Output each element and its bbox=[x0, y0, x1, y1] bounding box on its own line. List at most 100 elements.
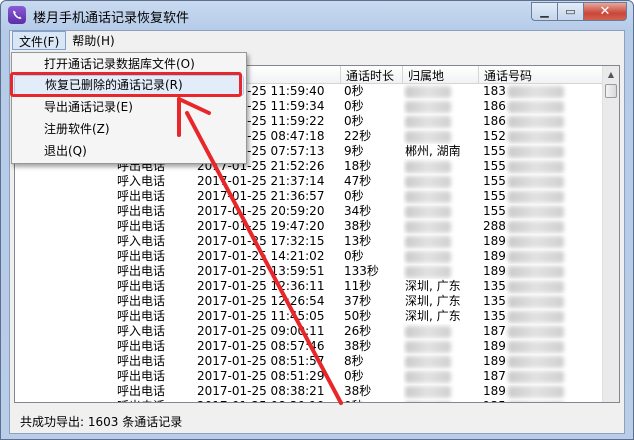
phone-number-cell-text: 155 bbox=[483, 144, 506, 158]
location-cell bbox=[403, 369, 479, 384]
duration-cell: 38秒 bbox=[341, 219, 403, 234]
call-time-cell-text: 2017-01-25 08:51:57 bbox=[197, 354, 325, 368]
minimize-button[interactable]: ▁ bbox=[531, 2, 557, 21]
call-type-cell: 呼出电话 bbox=[111, 384, 195, 399]
redacted-location bbox=[405, 205, 451, 218]
phone-number-cell: 189 bbox=[479, 264, 603, 279]
call-type-cell: 呼出电话 bbox=[111, 264, 195, 279]
duration-cell-text: 0秒 bbox=[344, 249, 364, 263]
redacted-location bbox=[405, 250, 451, 263]
menu-item-export[interactable]: 导出通话记录(E) bbox=[14, 97, 244, 118]
phone-number-cell-text: 152 bbox=[483, 129, 506, 143]
table-row[interactable]: 呼出电话 2017-01-25 11:45:05 50秒 深圳, 广东 135 bbox=[15, 309, 603, 324]
location-cell bbox=[403, 99, 479, 114]
call-time-cell-text: 2017-01-25 14:21:02 bbox=[197, 249, 325, 263]
table-row[interactable]: 呼出电话 2017-01-25 08:38:21 38秒 189 bbox=[15, 384, 603, 399]
table-row[interactable]: 呼出电话 2017-01-25 19:47:20 38秒 288 bbox=[15, 219, 603, 234]
duration-cell-text: 22秒 bbox=[344, 129, 372, 143]
location-cell-text: 郴州, 湖南 bbox=[405, 144, 461, 158]
duration-cell: 133秒 bbox=[341, 264, 403, 279]
table-row[interactable]: 呼出电话 2017-01-25 08:51:57 8秒 189 bbox=[15, 354, 603, 369]
menu-help[interactable]: 帮助(H) bbox=[66, 31, 120, 50]
phone-number-cell: 135 bbox=[479, 279, 603, 294]
call-time-cell: 2017-01-25 08:51:57 bbox=[195, 354, 341, 369]
duration-cell-text: 38秒 bbox=[344, 384, 372, 398]
redacted-number bbox=[507, 295, 564, 308]
table-row[interactable]: 呼出电话 2017-01-25 08:30:19 0秒 135 bbox=[15, 399, 603, 402]
table-row[interactable]: 呼出电话 2017-01-25 08:51:29 0秒 187 bbox=[15, 369, 603, 384]
location-cell bbox=[403, 249, 479, 264]
scrollbar-thumb[interactable] bbox=[605, 84, 617, 98]
redacted-location bbox=[405, 265, 451, 278]
call-type-cell-text: 呼入电话 bbox=[117, 174, 166, 188]
header-number[interactable]: 通话号码 bbox=[479, 66, 603, 84]
table-row[interactable]: 呼入电话 2017-01-25 17:32:15 13秒 189 bbox=[15, 234, 603, 249]
call-time-cell-text: 2017-01-25 11:45:05 bbox=[197, 309, 325, 323]
chevron-up-icon[interactable]: ▲ bbox=[603, 66, 619, 83]
duration-cell: 0秒 bbox=[341, 369, 403, 384]
phone-number-cell-text: 189 bbox=[483, 354, 506, 368]
phone-number-cell: 186 bbox=[479, 114, 603, 129]
redacted-number bbox=[507, 250, 564, 263]
call-type-cell: 呼入电话 bbox=[111, 234, 195, 249]
phone-number-cell: 152 bbox=[479, 129, 603, 144]
duration-cell-text: 8秒 bbox=[344, 354, 364, 368]
contact-name-cell bbox=[15, 384, 111, 399]
location-cell: 郴州, 湖南 bbox=[403, 144, 479, 159]
location-cell bbox=[403, 84, 479, 99]
table-row[interactable]: 呼入电话 2017-01-25 09:00:11 26秒 187 bbox=[15, 324, 603, 339]
call-time-cell: 2017-01-25 12:26:54 bbox=[195, 294, 341, 309]
location-cell: 深圳, 广东 bbox=[403, 279, 479, 294]
call-time-cell: 2017-01-25 13:59:51 bbox=[195, 264, 341, 279]
header-duration[interactable]: 通话时长 bbox=[341, 66, 403, 84]
location-cell bbox=[403, 354, 479, 369]
menu-item-recover-deleted[interactable]: 恢复已删除的通话记录(R) bbox=[14, 75, 244, 96]
table-row[interactable]: 呼出电话 2017-01-25 21:36:57 0秒 155 bbox=[15, 189, 603, 204]
contact-name-cell bbox=[15, 309, 111, 324]
call-type-cell: 呼出电话 bbox=[111, 339, 195, 354]
redacted-number bbox=[507, 235, 564, 248]
call-time-cell: 2017-01-25 14:21:02 bbox=[195, 249, 341, 264]
location-cell bbox=[403, 174, 479, 189]
redacted-location bbox=[405, 190, 451, 203]
menu-item-register[interactable]: 注册软件(Z) bbox=[14, 119, 244, 140]
table-row[interactable]: 呼出电话 2017-01-25 20:59:20 34秒 155 bbox=[15, 204, 603, 219]
duration-cell-text: 47秒 bbox=[344, 174, 372, 188]
duration-cell: 13秒 bbox=[341, 234, 403, 249]
menu-item-open-db[interactable]: 打开通话记录数据库文件(O) bbox=[14, 54, 244, 75]
redacted-location bbox=[405, 235, 451, 248]
close-button[interactable]: ✕ bbox=[583, 2, 627, 21]
duration-cell: 0秒 bbox=[341, 249, 403, 264]
location-cell-text: 深圳, 广东 bbox=[405, 294, 461, 308]
contact-name-cell bbox=[15, 264, 111, 279]
call-time-cell: 2017-01-25 17:32:15 bbox=[195, 234, 341, 249]
call-type-cell-text: 呼入电话 bbox=[117, 234, 166, 248]
title-bar[interactable]: 楼月手机通话记录恢复软件 ▁ ▭ ✕ bbox=[1, 1, 633, 29]
table-row[interactable]: 呼入电话 2017-01-25 21:37:14 47秒 155 bbox=[15, 174, 603, 189]
phone-number-cell-text: 135 bbox=[483, 309, 506, 323]
call-type-cell: 呼出电话 bbox=[111, 399, 195, 402]
table-row[interactable]: 呼出电话 2017-01-25 14:21:02 0秒 189 bbox=[15, 249, 603, 264]
menu-item-exit[interactable]: 退出(Q) bbox=[14, 141, 244, 162]
table-row[interactable]: 呼出电话 2017-01-25 12:36:11 11秒 深圳, 广东 135 bbox=[15, 279, 603, 294]
header-location[interactable]: 归属地 bbox=[403, 66, 479, 84]
call-time-cell: 2017-01-25 12:36:11 bbox=[195, 279, 341, 294]
phone-number-cell-text: 288 bbox=[483, 219, 506, 233]
call-type-cell-text: 呼出电话 bbox=[117, 204, 166, 218]
call-time-cell-text: 2017-01-25 08:38:21 bbox=[197, 384, 325, 398]
call-time-cell-text: 2017-01-25 21:36:57 bbox=[197, 189, 325, 203]
call-type-cell-text: 呼出电话 bbox=[117, 189, 166, 203]
maximize-button[interactable]: ▭ bbox=[557, 2, 583, 21]
table-row[interactable]: 呼出电话 2017-01-25 08:57:46 38秒 189 bbox=[15, 339, 603, 354]
table-row[interactable]: 呼出电话 2017-01-25 12:26:54 37秒 深圳, 广东 135 bbox=[15, 294, 603, 309]
duration-cell: 34秒 bbox=[341, 204, 403, 219]
phone-number-cell-text: 135 bbox=[483, 399, 506, 402]
contact-name-cell bbox=[15, 294, 111, 309]
menu-file[interactable]: 文件(F) bbox=[12, 31, 67, 50]
vertical-scrollbar[interactable]: ▲ bbox=[602, 66, 619, 402]
redacted-number bbox=[507, 340, 564, 353]
phone-number-cell: 135 bbox=[479, 309, 603, 324]
table-row[interactable]: 呼出电话 2017-01-25 13:59:51 133秒 189 bbox=[15, 264, 603, 279]
redacted-location bbox=[405, 175, 451, 188]
call-type-cell-text: 呼出电话 bbox=[117, 294, 166, 308]
